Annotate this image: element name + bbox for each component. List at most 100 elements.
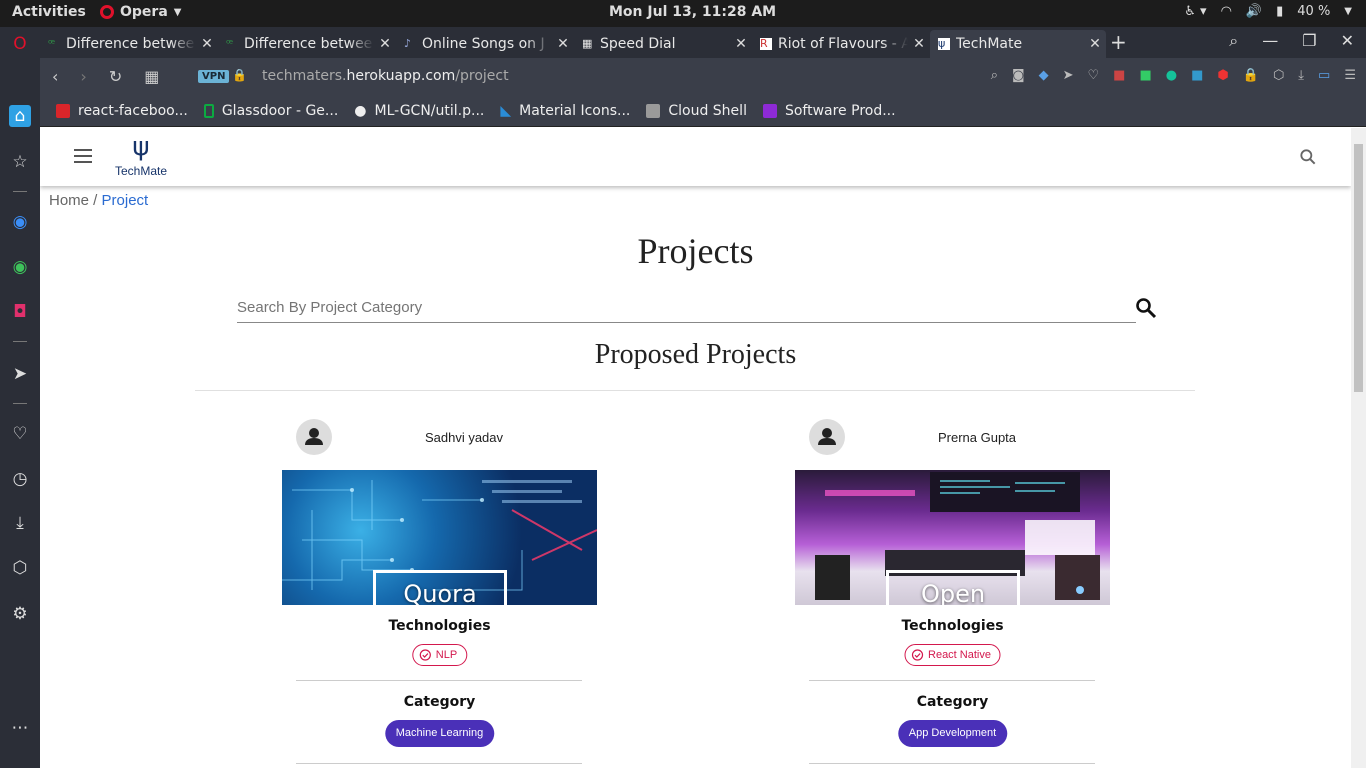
close-tab-icon[interactable]: ✕ <box>1084 36 1106 52</box>
close-tab-icon[interactable]: ✕ <box>730 36 752 52</box>
page-scrollbar[interactable] <box>1351 128 1366 768</box>
tab-grid-icon[interactable]: ▦ <box>144 67 159 86</box>
new-tab-button[interactable]: + <box>1110 30 1127 54</box>
page-title: Projects <box>637 231 754 271</box>
site-header: ψ TechMate <box>40 128 1351 186</box>
history-icon[interactable]: ◷ <box>9 468 31 490</box>
wifi-icon: ◠ <box>1220 4 1232 19</box>
messenger-icon[interactable]: ◉ <box>9 211 31 233</box>
bookmark-software-prod[interactable]: Software Prod... <box>762 102 896 119</box>
opera-menu-icon[interactable]: O <box>9 33 31 55</box>
reload-icon[interactable]: ↻ <box>109 67 122 86</box>
system-status-area[interactable]: ♿ ▾ ◠ 🔊 ▮ 40 % ▼ <box>1184 4 1352 19</box>
bookmark-react-facebook[interactable]: react-faceboo... <box>56 103 188 119</box>
bookmark-icon <box>203 103 214 118</box>
opera-sidebar: O ⌂ ☆ ◉ ◉ ◘ ➤ ♡ ◷ ⤓ ⬡ ⚙ ⋯ <box>0 27 40 768</box>
search-input[interactable] <box>237 292 1136 322</box>
breadcrumb-current[interactable]: Project <box>102 192 149 209</box>
grammarly-icon[interactable]: ● <box>1166 68 1177 83</box>
extension-icon[interactable]: ■ <box>1191 68 1203 83</box>
minimize-icon[interactable]: — <box>1262 31 1278 51</box>
bookmarks-star-icon[interactable]: ☆ <box>9 151 31 173</box>
tab-speed-dial[interactable]: ▦ Speed Dial ✕ <box>574 30 752 58</box>
app-menu[interactable]: Opera ▼ <box>100 4 181 20</box>
downloads-icon[interactable]: ⤓ <box>9 512 31 534</box>
adblock-icon[interactable]: ⬢ <box>1217 68 1228 83</box>
download-icon[interactable]: ⤓ <box>1298 68 1304 83</box>
category-chip[interactable]: App Development <box>897 720 1008 747</box>
restore-icon[interactable]: ❐ <box>1302 31 1316 51</box>
breadcrumb-home[interactable]: Home <box>49 192 89 209</box>
box-icon[interactable]: ⬡ <box>1273 68 1284 83</box>
technology-chip[interactable]: React Native <box>904 644 1001 666</box>
vpn-badge[interactable]: VPN <box>198 70 230 83</box>
home-icon[interactable]: ⌂ <box>9 105 31 127</box>
battery-icon: ▮ <box>1276 4 1284 19</box>
send-icon[interactable]: ➤ <box>1063 68 1074 83</box>
author-name: Prerna Gupta <box>937 430 1017 445</box>
bookmark-label: Glassdoor - Ge... <box>221 102 339 119</box>
techmate-logo[interactable]: ψ TechMate <box>106 130 176 184</box>
author-name: Sadhvi yadav <box>424 430 504 445</box>
technology-chip[interactable]: NLP <box>411 644 468 666</box>
battery-saver-icon[interactable]: ▭ <box>1318 68 1330 83</box>
bookmark-glassdoor[interactable]: Glassdoor - Ge... <box>203 102 339 119</box>
system-top-bar: Activities Opera ▼ Mon Jul 13, 11:28 AM … <box>0 0 1366 27</box>
settings-gear-icon[interactable]: ⚙ <box>9 603 31 625</box>
close-tab-icon[interactable]: ✕ <box>552 36 574 52</box>
heart-icon[interactable]: ♡ <box>9 423 31 445</box>
category-label: Category <box>403 694 476 710</box>
search-tabs-icon[interactable]: ⌕ <box>1229 31 1238 51</box>
tab-riot-of-flavours[interactable]: R Riot of Flavours - A ✕ <box>752 30 930 58</box>
search-icon[interactable] <box>1134 296 1158 320</box>
lock-icon[interactable]: 🔒 <box>232 68 247 82</box>
bookmark-label: Software Prod... <box>784 102 896 119</box>
caret-down-icon: ▼ <box>1344 6 1352 17</box>
menu-icon[interactable]: ☰ <box>1344 68 1356 83</box>
tab-difference-1[interactable]: ꟹ Difference betwee ✕ <box>40 30 218 58</box>
bookmark-material-icons[interactable]: ◣ Material Icons... <box>500 103 630 119</box>
search-icon[interactable] <box>1298 147 1318 167</box>
tab-difference-2[interactable]: ꟹ Difference betwee ✕ <box>218 30 396 58</box>
send-icon[interactable]: ➤ <box>9 363 31 385</box>
window-controls: ⌕ — ❐ ✕ <box>1229 31 1354 51</box>
lock-icon[interactable]: 🔒 <box>1243 68 1259 83</box>
close-tab-icon[interactable]: ✕ <box>196 36 218 52</box>
gfg-icon: ꟹ <box>48 37 56 50</box>
heart-icon[interactable]: ♡ <box>1088 68 1100 83</box>
project-card[interactable]: Sadhvi yadav Quora Question Pairs Techno… <box>282 418 597 768</box>
extension-icon[interactable]: ■ <box>1139 68 1151 83</box>
project-thumbnail[interactable]: Open Project <box>795 470 1110 605</box>
project-thumbnail[interactable]: Quora Question Pairs <box>282 470 597 605</box>
instagram-icon[interactable]: ◘ <box>9 301 31 323</box>
tab-techmate[interactable]: ψ TechMate ✕ <box>930 30 1106 58</box>
hamburger-menu-icon[interactable] <box>74 149 92 163</box>
scrollbar-thumb[interactable] <box>1354 144 1363 392</box>
clock[interactable]: Mon Jul 13, 11:28 AM <box>609 4 776 20</box>
tab-online-songs[interactable]: ♪ Online Songs on J ✕ <box>396 30 574 58</box>
shield-icon[interactable]: ◆ <box>1039 68 1049 83</box>
close-window-icon[interactable]: ✕ <box>1341 31 1354 51</box>
github-icon: ● <box>354 102 367 119</box>
camera-icon[interactable]: ◙ <box>1012 68 1025 83</box>
activities-button[interactable]: Activities <box>12 4 86 20</box>
close-tab-icon[interactable]: ✕ <box>908 36 930 52</box>
search-page-icon[interactable]: ⌕ <box>991 68 998 83</box>
project-title: Quora Question Pairs <box>373 570 507 605</box>
more-dots-icon[interactable]: ⋯ <box>9 717 31 739</box>
category-chip[interactable]: Machine Learning <box>384 720 495 747</box>
extension-icon[interactable]: ■ <box>1113 68 1125 83</box>
forward-icon[interactable]: › <box>80 67 86 86</box>
web-page: ψ TechMate Home / Project Projects Propo… <box>40 128 1351 768</box>
bookmark-label: Material Icons... <box>519 102 631 119</box>
bookmark-ml-gcn[interactable]: ● ML-GCN/util.p... <box>354 103 484 119</box>
bookmark-cloud-shell[interactable]: Cloud Shell <box>646 103 747 119</box>
card-divider <box>809 763 1095 764</box>
whatsapp-icon[interactable]: ◉ <box>9 256 31 278</box>
extensions-cube-icon[interactable]: ⬡ <box>9 557 31 579</box>
project-card[interactable]: Prerna Gupta Open Project Technologies R… <box>795 418 1110 768</box>
technology-label: React Native <box>928 649 991 661</box>
back-icon[interactable]: ‹ <box>52 67 58 86</box>
close-tab-icon[interactable]: ✕ <box>374 36 396 52</box>
url-field[interactable]: techmaters.herokuapp.com/project <box>262 68 509 84</box>
